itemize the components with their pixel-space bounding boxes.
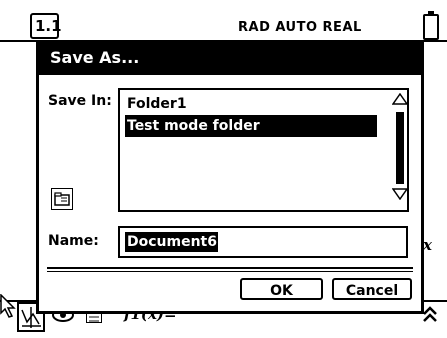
folder-item[interactable]: Folder1	[125, 93, 187, 115]
cancel-button[interactable]: Cancel	[332, 278, 412, 300]
divider	[47, 271, 413, 272]
save-in-label: Save In:	[48, 93, 112, 109]
page-tab-label: 1.1	[35, 17, 62, 35]
ok-button[interactable]: OK	[240, 278, 323, 300]
battery-icon	[423, 11, 439, 40]
folder-item-selected[interactable]: Test mode folder	[125, 115, 377, 137]
new-folder-icon[interactable]	[51, 188, 73, 210]
mode-status: RAD AUTO REAL	[238, 20, 362, 35]
page-tab[interactable]: 1.1	[30, 13, 62, 39]
name-field-value[interactable]: Document6	[125, 232, 218, 252]
name-field[interactable]: Document6	[118, 226, 408, 258]
save-as-dialog: Save As... Save In: Folder1 Test mode fo…	[36, 40, 424, 314]
scrollbar-thumb[interactable]	[396, 112, 404, 184]
scroll-down-icon[interactable]	[391, 188, 409, 204]
expand-icon[interactable]	[423, 306, 437, 326]
background-x-symbol: x	[423, 236, 432, 254]
name-label: Name:	[48, 233, 99, 249]
folder-list[interactable]: Folder1 Test mode folder	[118, 88, 409, 212]
divider	[47, 267, 413, 269]
scroll-up-icon[interactable]	[391, 92, 409, 109]
dialog-title: Save As...	[50, 48, 140, 67]
mouse-cursor-icon	[0, 294, 16, 318]
dialog-title-bar: Save As...	[39, 43, 421, 75]
